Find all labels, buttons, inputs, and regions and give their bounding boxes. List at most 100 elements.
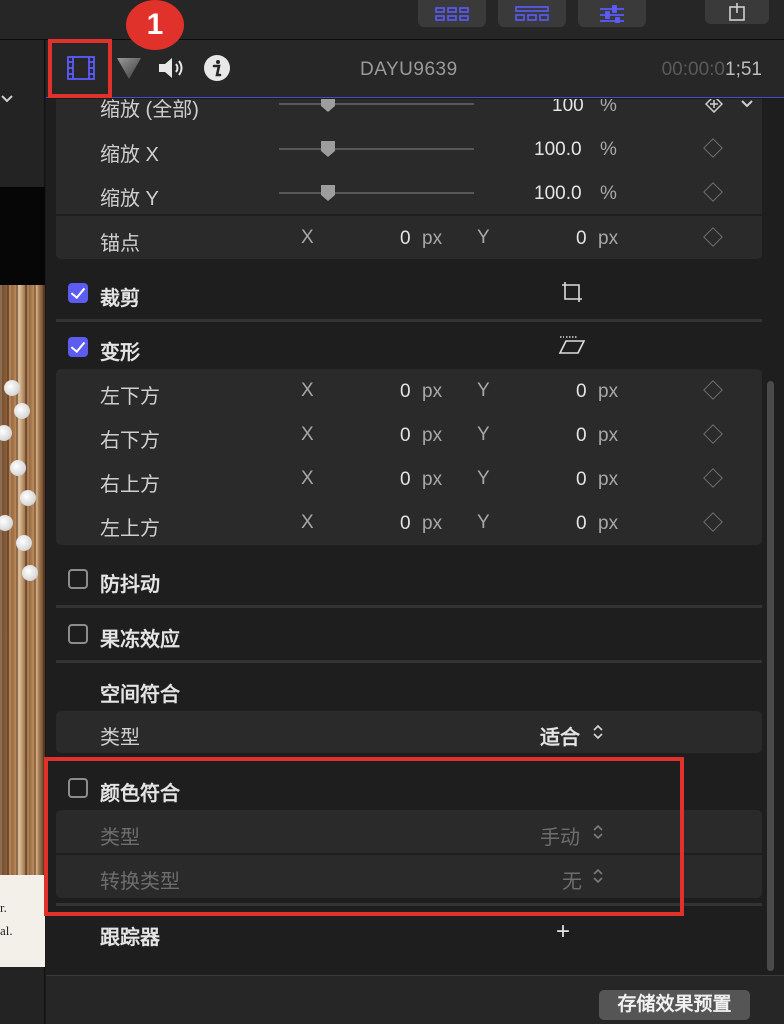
keyframe-icon[interactable] xyxy=(703,380,723,400)
anchor-y-unit: px xyxy=(598,228,619,249)
rolling-shutter-row: 果冻效应 xyxy=(56,612,762,656)
anchor-x-value[interactable]: 0 xyxy=(400,228,411,250)
scale-x-row: 缩放 X 100.0 % xyxy=(56,127,762,171)
distort-x-unit: px xyxy=(422,425,443,446)
inspector-layout-button[interactable] xyxy=(578,0,646,27)
scale-x-label: 缩放 X xyxy=(100,144,159,166)
anchor-x-unit: px xyxy=(422,228,443,249)
crop-label: 裁剪 xyxy=(100,288,140,310)
distort-point-row: 右上方 X 0 px Y 0 px xyxy=(56,457,762,501)
scale-x-slider-track[interactable] xyxy=(279,148,474,150)
distort-y-axis: Y xyxy=(477,468,490,489)
scale-y-label: 缩放 Y xyxy=(100,188,159,210)
keyframe-icon[interactable] xyxy=(703,468,723,488)
keyframe-icon[interactable] xyxy=(703,138,723,158)
distort-point-label: 右下方 xyxy=(100,430,160,452)
timeline-layout-button[interactable] xyxy=(498,0,566,27)
tracker-add-button[interactable]: + xyxy=(556,918,570,946)
anchor-row: 锚点 X 0 px Y 0 px xyxy=(56,216,762,260)
inspector-footer: 存储效果预置 xyxy=(46,975,784,1024)
distort-point-row: 左下方 X 0 px Y 0 px xyxy=(56,369,762,413)
distort-y-unit: px xyxy=(598,513,619,534)
scale-y-slider-knob[interactable] xyxy=(320,184,336,202)
grid-icon xyxy=(435,6,469,21)
share-button[interactable] xyxy=(705,0,769,24)
timecode: 00:00:01;51 xyxy=(662,59,762,81)
separator xyxy=(56,605,762,608)
spatial-conform-panel: 类型 适合 xyxy=(56,711,762,753)
scale-y-row: 缩放 Y 100.0 % xyxy=(56,171,762,215)
keyframe-icon[interactable] xyxy=(703,182,723,202)
distort-checkbox[interactable] xyxy=(68,337,88,357)
scale-x-value[interactable]: 100.0 xyxy=(534,139,582,161)
spatial-conform-label: 空间符合 xyxy=(100,684,180,706)
distort-panel: 左下方 X 0 px Y 0 px 右下方 X 0 px Y 0 px 右上方 … xyxy=(56,369,762,545)
anchor-y-value[interactable]: 0 xyxy=(576,228,587,250)
anchor-label: 锚点 xyxy=(100,233,140,255)
scale-all-value[interactable]: 100 xyxy=(552,99,584,117)
info-icon xyxy=(204,55,230,81)
keyframe-icon[interactable] xyxy=(703,424,723,444)
caption-line-1: r. xyxy=(0,900,7,915)
up-down-arrows-icon[interactable] xyxy=(592,723,604,741)
distort-y-unit: px xyxy=(598,381,619,402)
tracker-label: 跟踪器 xyxy=(100,927,160,949)
keyframe-icon[interactable] xyxy=(703,512,723,532)
viewer-strip: r. al. xyxy=(0,40,45,1024)
caption-line-2: al. xyxy=(0,923,13,938)
scale-y-slider-track[interactable] xyxy=(279,192,474,194)
separator xyxy=(56,660,762,663)
distort-y-value[interactable]: 0 xyxy=(576,381,587,403)
viewer-caption: r. al. xyxy=(0,875,45,967)
anchor-x-axis: X xyxy=(301,227,314,248)
chevron-down-icon[interactable] xyxy=(740,99,754,111)
info-inspector-tab[interactable] xyxy=(202,53,232,83)
distort-point-label: 左上方 xyxy=(100,518,160,540)
spatial-conform-type-label: 类型 xyxy=(100,727,140,749)
scale-all-slider-track[interactable] xyxy=(279,103,474,105)
crop-row: 裁剪 xyxy=(56,271,762,315)
keyframe-icon[interactable] xyxy=(703,227,723,247)
distort-y-value[interactable]: 0 xyxy=(576,469,587,491)
distort-x-value[interactable]: 0 xyxy=(400,469,411,491)
distort-y-unit: px xyxy=(598,425,619,446)
distort-x-axis: X xyxy=(301,512,314,533)
crop-tool-icon[interactable] xyxy=(560,280,584,304)
rolling-shutter-label: 果冻效应 xyxy=(100,629,180,651)
highlight-color-conform xyxy=(44,757,684,916)
stabilization-label: 防抖动 xyxy=(100,574,160,596)
distort-y-value[interactable]: 0 xyxy=(576,513,587,535)
distort-point-row: 左上方 X 0 px Y 0 px xyxy=(56,501,762,545)
crop-checkbox[interactable] xyxy=(68,283,88,303)
distort-x-value[interactable]: 0 xyxy=(400,513,411,535)
stabilization-checkbox[interactable] xyxy=(68,569,88,589)
audio-inspector-tab[interactable] xyxy=(156,53,186,83)
distort-x-value[interactable]: 0 xyxy=(400,425,411,447)
color-inspector-tab[interactable] xyxy=(114,53,144,83)
timecode-dim: 00:00:0 xyxy=(661,59,726,80)
distort-x-value[interactable]: 0 xyxy=(400,381,411,403)
scale-all-slider-knob[interactable] xyxy=(320,99,336,113)
share-icon xyxy=(729,3,745,21)
distort-row: 变形 xyxy=(56,325,762,369)
distort-x-axis: X xyxy=(301,380,314,401)
scrollbar[interactable] xyxy=(767,381,774,971)
clip-name: DAYU9639 xyxy=(360,59,458,80)
highlight-video-tab xyxy=(48,39,112,98)
browser-layout-button[interactable] xyxy=(418,0,486,27)
keyframe-add-icon[interactable] xyxy=(705,99,723,113)
viewer-dark-area xyxy=(0,187,45,285)
scale-x-slider-knob[interactable] xyxy=(320,140,336,158)
scale-y-value[interactable]: 100.0 xyxy=(534,183,582,205)
transform-panel: 缩放 (全部) 100 % 缩放 X 100.0 % 缩放 Y 100.0 % … xyxy=(56,99,762,259)
anchor-y-axis: Y xyxy=(477,227,490,248)
save-effects-preset-button[interactable]: 存储效果预置 xyxy=(599,990,750,1020)
distort-tool-icon[interactable] xyxy=(558,335,586,357)
distort-x-unit: px xyxy=(422,469,443,490)
distort-y-value[interactable]: 0 xyxy=(576,425,587,447)
chevron-down-icon[interactable] xyxy=(0,92,14,106)
spatial-conform-type-popup[interactable]: 适合 xyxy=(540,721,580,750)
rolling-shutter-checkbox[interactable] xyxy=(68,624,88,644)
viewer-photo xyxy=(0,285,45,875)
distort-y-axis: Y xyxy=(477,380,490,401)
